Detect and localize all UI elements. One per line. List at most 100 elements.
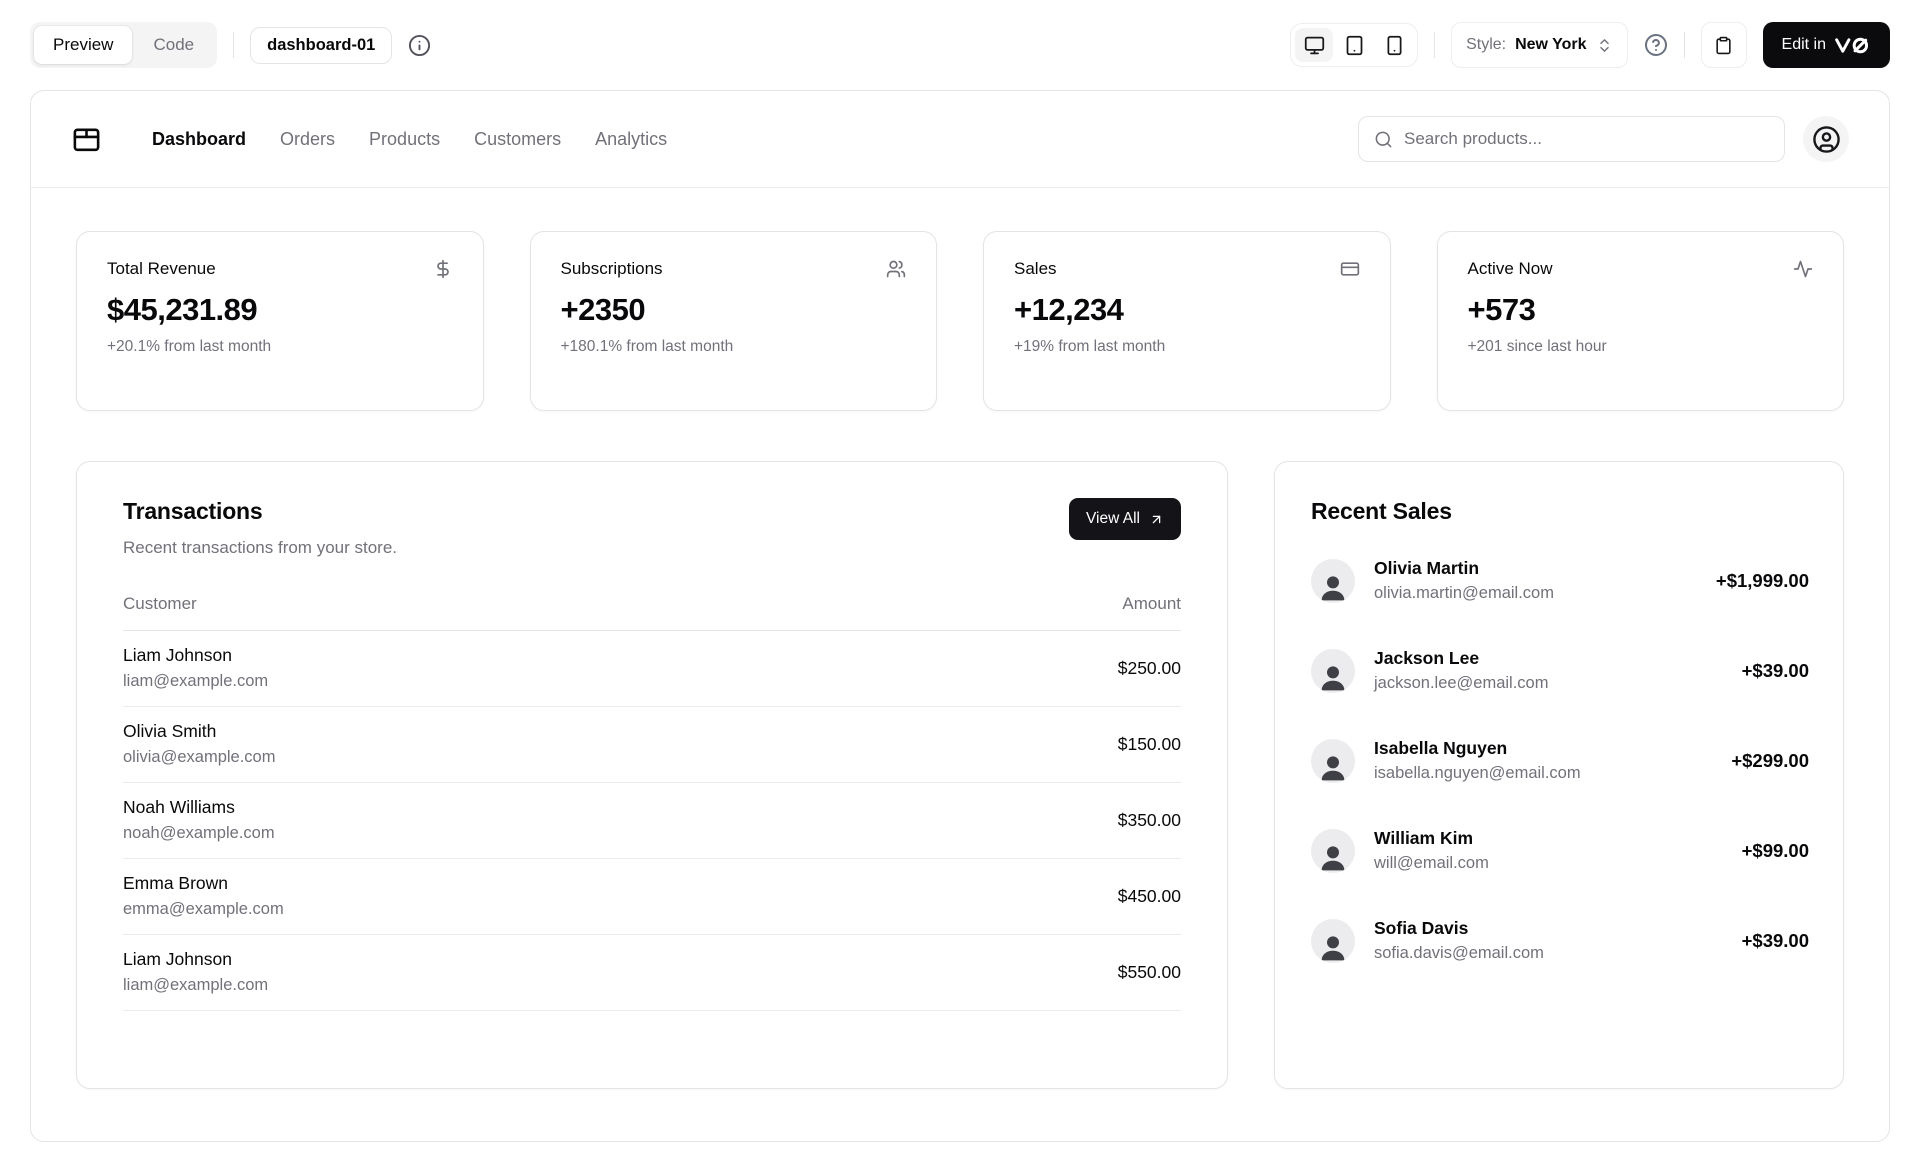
column-header-customer: Customer xyxy=(123,594,882,631)
dashboard-main: Total Revenue $45,231.89 +20.1% from las… xyxy=(31,188,1889,1089)
stat-change: +180.1% from last month xyxy=(561,338,907,356)
clipboard-icon xyxy=(1714,36,1733,55)
customer-email: liam@example.com xyxy=(123,672,882,691)
list-item[interactable]: Isabella Nguyen isabella.nguyen@email.co… xyxy=(1311,738,1809,783)
stat-change: +19% from last month xyxy=(1014,338,1360,356)
nav-item-customers[interactable]: Customers xyxy=(474,129,561,150)
view-all-button[interactable]: View All xyxy=(1069,498,1181,540)
stat-title: Total Revenue xyxy=(107,259,216,279)
view-all-label: View All xyxy=(1086,510,1140,528)
search-field xyxy=(1358,116,1785,162)
circle-user-icon xyxy=(1812,125,1841,154)
customer-name: Emma Brown xyxy=(123,873,882,894)
activity-icon xyxy=(1793,259,1813,279)
stat-title: Active Now xyxy=(1468,259,1553,279)
table-row[interactable]: Liam Johnson liam@example.com $250.00 xyxy=(123,631,1181,707)
avatar xyxy=(1311,739,1355,783)
store-logo-icon[interactable] xyxy=(71,124,102,155)
stat-card-active-now: Active Now +573 +201 since last hour xyxy=(1437,231,1845,411)
sale-customer-email: jackson.lee@email.com xyxy=(1374,674,1742,693)
sale-amount: +$39.00 xyxy=(1742,930,1809,952)
table-row[interactable]: Liam Johnson liam@example.com $550.00 xyxy=(123,935,1181,1011)
nav-item-products[interactable]: Products xyxy=(369,129,440,150)
transaction-amount: $350.00 xyxy=(1118,810,1181,830)
sale-customer-name: Jackson Lee xyxy=(1374,648,1742,669)
table-row[interactable]: Noah Williams noah@example.com $350.00 xyxy=(123,783,1181,859)
users-icon xyxy=(886,259,906,279)
column-header-amount: Amount xyxy=(882,594,1181,631)
main-nav: Dashboard Orders Products Customers Anal… xyxy=(152,129,1358,150)
customer-name: Liam Johnson xyxy=(123,645,882,666)
sale-amount: +$299.00 xyxy=(1731,750,1809,772)
table-row[interactable]: Emma Brown emma@example.com $450.00 xyxy=(123,859,1181,935)
chevrons-up-down-icon xyxy=(1596,37,1613,54)
user-menu-button[interactable] xyxy=(1803,116,1849,162)
toolbar-separator xyxy=(1684,32,1685,58)
table-row[interactable]: Olivia Smith olivia@example.com $150.00 xyxy=(123,707,1181,783)
sale-customer-name: Olivia Martin xyxy=(1374,558,1716,579)
sale-customer-email: olivia.martin@email.com xyxy=(1374,584,1716,603)
preview-code-tab-group: Preview Code xyxy=(30,22,217,68)
sale-customer-email: isabella.nguyen@email.com xyxy=(1374,764,1731,783)
style-select-value: New York xyxy=(1515,36,1586,54)
copy-code-button[interactable] xyxy=(1701,22,1747,68)
transactions-panel: Transactions Recent transactions from yo… xyxy=(76,461,1228,1089)
customer-email: olivia@example.com xyxy=(123,748,882,767)
nav-item-dashboard[interactable]: Dashboard xyxy=(152,129,246,150)
sale-amount: +$99.00 xyxy=(1742,840,1809,862)
edit-in-v0-label: Edit in xyxy=(1782,36,1826,54)
stat-card-total-revenue: Total Revenue $45,231.89 +20.1% from las… xyxy=(76,231,484,411)
desktop-view-button[interactable] xyxy=(1295,28,1333,62)
avatar xyxy=(1311,649,1355,693)
stat-value: +2350 xyxy=(561,292,907,328)
tab-preview[interactable]: Preview xyxy=(34,26,132,64)
block-name-badge: dashboard-01 xyxy=(250,27,392,64)
mobile-view-button[interactable] xyxy=(1375,28,1413,62)
edit-in-v0-button[interactable]: Edit in xyxy=(1763,22,1890,68)
stat-title: Subscriptions xyxy=(561,259,663,279)
list-item[interactable]: Olivia Martin olivia.martin@email.com +$… xyxy=(1311,558,1809,603)
toolbar-separator xyxy=(1434,32,1435,58)
avatar xyxy=(1311,829,1355,873)
v0-logo-icon xyxy=(1835,37,1871,54)
style-select[interactable]: Style: New York xyxy=(1451,22,1627,68)
tablet-view-button[interactable] xyxy=(1335,28,1373,62)
stat-value: +12,234 xyxy=(1014,292,1360,328)
recent-sales-panel: Recent Sales Olivia Martin olivia.martin… xyxy=(1274,461,1844,1089)
list-item[interactable]: William Kim will@email.com +$99.00 xyxy=(1311,828,1809,873)
list-item[interactable]: Jackson Lee jackson.lee@email.com +$39.0… xyxy=(1311,648,1809,693)
tab-code[interactable]: Code xyxy=(134,26,213,64)
search-input[interactable] xyxy=(1404,129,1769,149)
stats-grid: Total Revenue $45,231.89 +20.1% from las… xyxy=(76,231,1844,411)
sale-customer-name: Sofia Davis xyxy=(1374,918,1742,939)
stat-card-sales: Sales +12,234 +19% from last month xyxy=(983,231,1391,411)
customer-email: emma@example.com xyxy=(123,900,882,919)
sale-customer-email: will@email.com xyxy=(1374,854,1742,873)
customer-name: Olivia Smith xyxy=(123,721,882,742)
stat-value: +573 xyxy=(1468,292,1814,328)
sale-amount: +$1,999.00 xyxy=(1716,570,1809,592)
avatar xyxy=(1311,559,1355,603)
customer-name: Liam Johnson xyxy=(123,949,882,970)
style-select-label: Style: xyxy=(1466,36,1506,54)
transactions-title: Transactions xyxy=(123,498,397,525)
nav-item-analytics[interactable]: Analytics xyxy=(595,129,667,150)
sale-customer-name: Isabella Nguyen xyxy=(1374,738,1731,759)
customer-name: Noah Williams xyxy=(123,797,882,818)
bottom-grid: Transactions Recent transactions from yo… xyxy=(76,461,1844,1089)
transaction-amount: $450.00 xyxy=(1118,886,1181,906)
block-preview-frame: Dashboard Orders Products Customers Anal… xyxy=(30,90,1890,1142)
customer-email: noah@example.com xyxy=(123,824,882,843)
block-toolbar: Preview Code dashboard-01 Style: New Yor… xyxy=(0,0,1920,90)
sale-amount: +$39.00 xyxy=(1742,660,1809,682)
dollar-sign-icon xyxy=(433,259,453,279)
stat-card-subscriptions: Subscriptions +2350 +180.1% from last mo… xyxy=(530,231,938,411)
info-icon[interactable] xyxy=(408,34,431,57)
sale-customer-name: William Kim xyxy=(1374,828,1742,849)
help-icon[interactable] xyxy=(1644,33,1668,57)
recent-sales-list: Olivia Martin olivia.martin@email.com +$… xyxy=(1311,558,1809,963)
nav-item-orders[interactable]: Orders xyxy=(280,129,335,150)
list-item[interactable]: Sofia Davis sofia.davis@email.com +$39.0… xyxy=(1311,918,1809,963)
transactions-subtitle: Recent transactions from your store. xyxy=(123,538,397,558)
arrow-up-right-icon xyxy=(1149,512,1164,527)
